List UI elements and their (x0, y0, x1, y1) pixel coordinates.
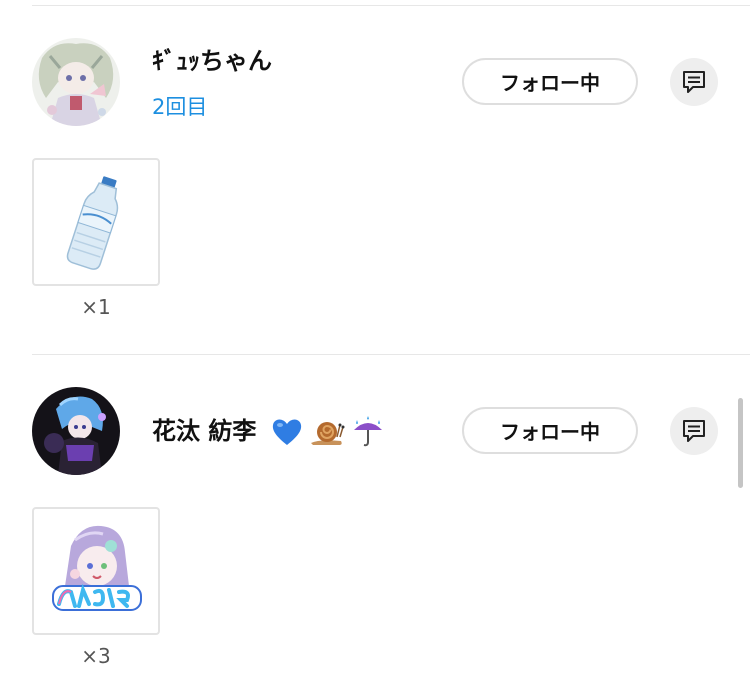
gift-count: ×3 (81, 644, 111, 668)
user-avatar[interactable] (32, 38, 120, 126)
gift-item[interactable] (32, 507, 160, 635)
message-button[interactable] (670, 58, 718, 106)
name-emoji-group (271, 416, 385, 448)
divider-top (32, 5, 750, 6)
message-icon (683, 71, 705, 93)
character-avatar-icon (32, 38, 120, 126)
gift-count: ×1 (81, 295, 111, 319)
character-sticker-icon (52, 525, 142, 611)
blue-heart-icon (272, 419, 301, 445)
gift-item[interactable] (32, 158, 160, 286)
visit-count-label: 2回目 (152, 95, 208, 119)
user-name: 花汰 紡李 (152, 417, 257, 445)
user-name[interactable]: ｷﾞｭｯちゃん (152, 46, 272, 76)
user-avatar[interactable] (32, 387, 120, 475)
umbrella-rain-icon (353, 416, 382, 447)
message-icon (683, 420, 705, 442)
following-button[interactable]: フォロー中 (462, 407, 638, 454)
scrollbar[interactable] (738, 398, 743, 488)
character-avatar-icon (32, 387, 120, 475)
user-name-row[interactable]: 花汰 紡李 (152, 416, 385, 448)
snail-icon (310, 422, 345, 445)
following-button[interactable]: フォロー中 (462, 58, 638, 105)
message-button[interactable] (670, 407, 718, 455)
divider (32, 354, 750, 355)
water-bottle-icon (66, 176, 119, 270)
